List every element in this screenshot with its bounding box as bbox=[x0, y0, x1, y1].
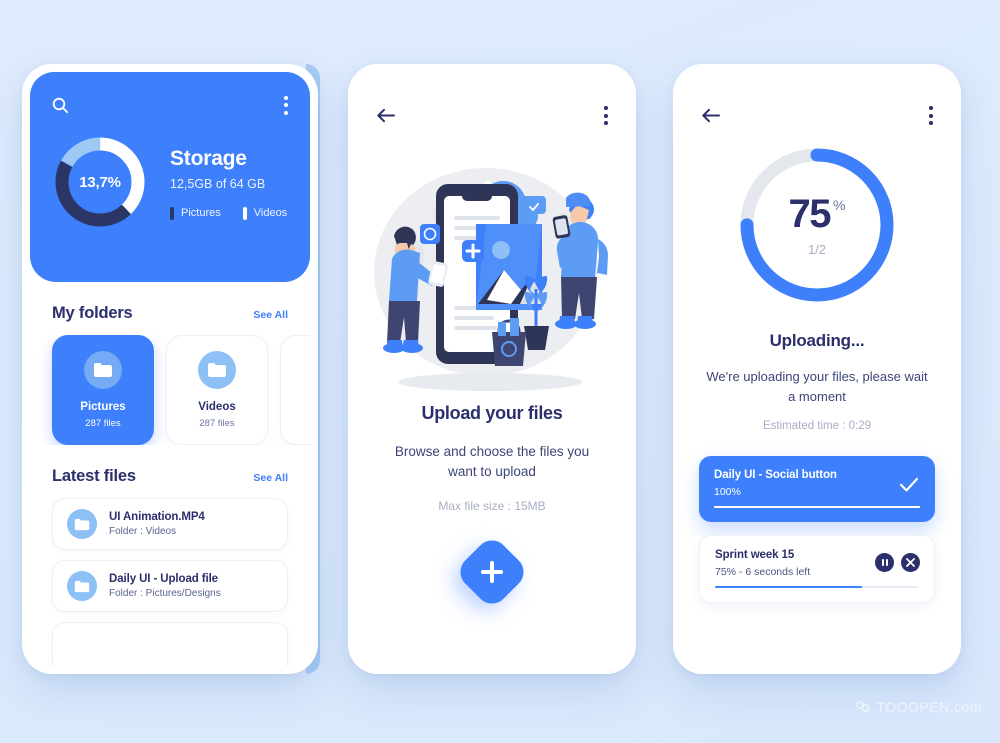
progress-bar-fill bbox=[714, 506, 920, 508]
legend-label: Pictures bbox=[181, 207, 221, 219]
plus-icon bbox=[481, 561, 503, 583]
folder-name: Pictures bbox=[80, 401, 126, 413]
storage-donut-chart: 13,7% bbox=[52, 134, 148, 230]
storage-legend: Pictures Videos bbox=[170, 206, 309, 220]
file-name: UI Animation.MP4 bbox=[109, 511, 205, 523]
pause-icon bbox=[881, 559, 888, 566]
see-all-folders-link[interactable]: See All bbox=[253, 309, 288, 321]
folder-card-partial[interactable] bbox=[280, 335, 310, 445]
pause-upload-button[interactable] bbox=[875, 553, 894, 572]
see-all-files-link[interactable]: See All bbox=[253, 472, 288, 484]
list-item[interactable]: Daily UI - Upload file Folder : Pictures… bbox=[52, 560, 288, 612]
watermark-text: TOOOPEN.com bbox=[876, 699, 982, 715]
page-subtitle: Browse and choose the files you want to … bbox=[394, 444, 590, 479]
storage-percent-label: 13,7% bbox=[79, 173, 121, 191]
page-subtitle: We're uploading your files, please wait … bbox=[706, 369, 928, 404]
progress-fraction: 1/2 bbox=[807, 241, 827, 257]
phone-storage-screen: 13,7% Storage 12,5GB of 64 GB Pictures V… bbox=[22, 64, 318, 674]
app-mockup-stage: 13,7% Storage 12,5GB of 64 GB Pictures V… bbox=[0, 0, 1000, 743]
back-arrow-icon[interactable] bbox=[376, 108, 395, 123]
legend-swatch bbox=[170, 206, 174, 220]
page-title: Upload your files bbox=[421, 403, 563, 423]
percent-sign: % bbox=[833, 196, 846, 213]
phone-progress-screen: 75 % 1/2 Uploading... We're uploading yo… bbox=[673, 64, 961, 674]
progress-value: 75 bbox=[788, 191, 832, 236]
file-folder: Folder : Pictures/Designs bbox=[109, 588, 221, 599]
close-icon bbox=[906, 558, 915, 567]
legend-label: Videos bbox=[253, 207, 288, 219]
back-arrow-icon[interactable] bbox=[701, 108, 720, 123]
folder-card-pictures[interactable]: Pictures 287 files bbox=[52, 335, 154, 445]
folder-icon bbox=[198, 351, 236, 389]
list-item-partial[interactable] bbox=[52, 622, 288, 666]
cancel-upload-button[interactable] bbox=[901, 553, 920, 572]
progress-bar-fill bbox=[715, 586, 862, 588]
folder-name: Videos bbox=[198, 401, 236, 413]
file-name: Daily UI - Upload file bbox=[109, 573, 218, 585]
estimated-time: Estimated time : 0:29 bbox=[762, 420, 872, 432]
folder-icon bbox=[67, 571, 97, 601]
page-title: Uploading... bbox=[769, 331, 865, 350]
phone-upload-screen: Upload your files Browse and choose the … bbox=[348, 64, 636, 674]
max-file-size-note: Max file size : 15MB bbox=[438, 499, 546, 514]
storage-title: Storage bbox=[170, 146, 247, 170]
upload-progress-ring: 75 % 1/2 bbox=[737, 145, 897, 305]
file-folder: Folder : Videos bbox=[109, 526, 177, 537]
upload-status: 100% bbox=[714, 486, 741, 498]
progress-bar bbox=[714, 506, 920, 508]
list-item[interactable]: UI Animation.MP4 Folder : Videos bbox=[52, 498, 288, 550]
folder-card-videos[interactable]: Videos 287 files bbox=[166, 335, 268, 445]
folder-icon bbox=[67, 509, 97, 539]
folder-count: 287 files bbox=[199, 418, 235, 429]
check-icon bbox=[899, 476, 919, 497]
section-title: Latest files bbox=[52, 467, 136, 485]
folder-count: 287 files bbox=[85, 418, 121, 429]
section-title: My folders bbox=[52, 304, 133, 322]
latest-files-list: UI Animation.MP4 Folder : Videos Daily U… bbox=[30, 498, 310, 666]
my-folders-header: My folders See All bbox=[30, 304, 310, 323]
progress-bar bbox=[715, 586, 919, 588]
toooopen-logo-icon bbox=[856, 701, 870, 712]
legend-item-videos: Videos bbox=[242, 206, 288, 220]
folder-icon bbox=[84, 351, 122, 389]
legend-item-pictures: Pictures bbox=[170, 206, 221, 220]
kebab-menu-icon[interactable] bbox=[929, 106, 933, 125]
add-file-button[interactable] bbox=[453, 533, 531, 611]
upload-item-active[interactable]: Sprint week 15 75% - 6 seconds left bbox=[699, 535, 935, 603]
watermark: TOOOPEN.com bbox=[855, 699, 982, 715]
upload-item-completed[interactable]: Daily UI - Social button 100% bbox=[699, 456, 935, 522]
kebab-menu-icon[interactable] bbox=[284, 95, 288, 115]
latest-files-header: Latest files See All bbox=[30, 467, 310, 486]
legend-swatch bbox=[242, 206, 247, 220]
search-icon[interactable] bbox=[52, 97, 69, 114]
folder-list[interactable]: Pictures 287 files Videos 287 files bbox=[30, 335, 310, 445]
storage-hero: 13,7% Storage 12,5GB of 64 GB Pictures V… bbox=[30, 72, 310, 282]
kebab-menu-icon[interactable] bbox=[604, 106, 608, 125]
storage-subtitle: 12,5GB of 64 GB bbox=[170, 176, 266, 191]
people-uploading-files-illustration bbox=[348, 135, 636, 403]
upload-file-name: Daily UI - Social button bbox=[714, 469, 837, 481]
